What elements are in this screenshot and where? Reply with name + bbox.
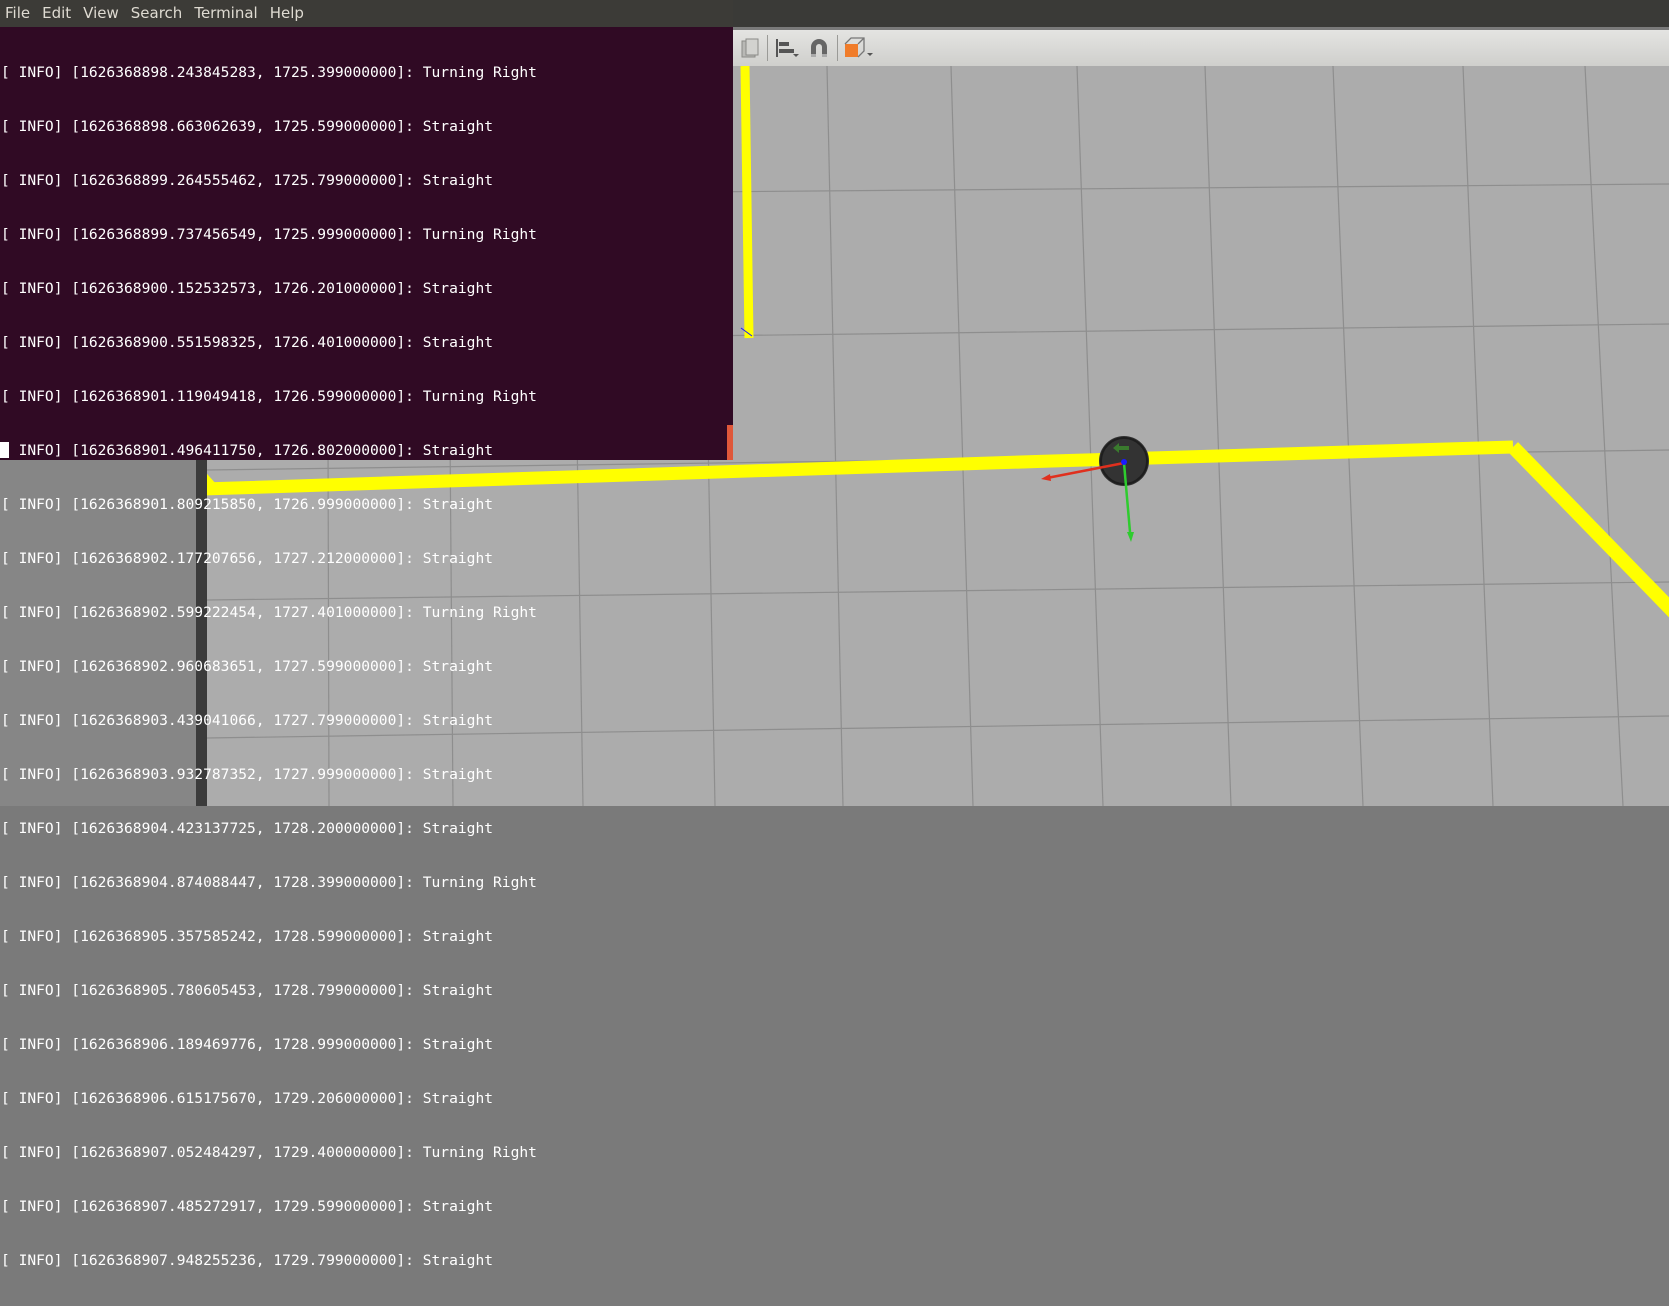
axes-gizmo	[740, 327, 1134, 542]
terminal-line: [ INFO] [1626368907.052484297, 1729.4000…	[1, 1144, 537, 1161]
magnet-snap-icon[interactable]	[805, 36, 833, 60]
terminal-line: [ INFO] [1626368905.357585242, 1728.5990…	[1, 928, 494, 945]
menu-edit[interactable]: Edit	[36, 0, 77, 27]
terminal-line: [ INFO] [1626368903.439041066, 1727.7990…	[1, 712, 494, 729]
terminal-line: [ INFO] [1626368898.663062639, 1725.5990…	[1, 118, 494, 135]
terminal-line: [ INFO] [1626368906.189469776, 1728.9990…	[1, 1036, 494, 1053]
align-icon[interactable]	[773, 36, 801, 60]
terminal-line: [ INFO] [1626368902.177207656, 1727.2120…	[1, 550, 494, 567]
paste-icon[interactable]	[737, 36, 763, 60]
terminal-cursor	[0, 442, 9, 458]
terminal-line: [ INFO] [1626368902.960683651, 1727.5990…	[1, 658, 494, 675]
menu-file[interactable]: File	[0, 0, 36, 27]
terminal-line: [ INFO] [1626368899.737456549, 1725.9990…	[1, 226, 537, 243]
toolbar-separator	[837, 35, 838, 61]
menu-help[interactable]: Help	[264, 0, 310, 27]
terminal-line: [ INFO] [1626368900.551598325, 1726.4010…	[1, 334, 494, 351]
terminal-line: [ INFO] [1626368904.423137725, 1728.2000…	[1, 820, 494, 837]
terminal-line: [ INFO] [1626368906.615175670, 1729.2060…	[1, 1090, 494, 1107]
terminal-line: [ INFO] [1626368901.496411750, 1726.8020…	[1, 442, 494, 459]
gazebo-toolbar	[733, 30, 1669, 67]
menu-view[interactable]: View	[77, 0, 125, 27]
terminal-line: [ INFO] [1626368901.119049418, 1726.5990…	[1, 388, 537, 405]
terminal-line: [ INFO] [1626368907.485272917, 1729.5990…	[1, 1198, 494, 1215]
terminal-line: [ INFO] [1626368900.152532573, 1726.2010…	[1, 280, 494, 297]
terminal-line: [ INFO] [1626368901.809215850, 1726.9990…	[1, 496, 494, 513]
terminal-scrollbar[interactable]	[727, 425, 733, 460]
terminal-window[interactable]: File Edit View Search Terminal Help [ IN…	[0, 0, 733, 1269]
terminal-line: [ INFO] [1626368904.874088447, 1728.3990…	[1, 874, 537, 891]
terminal-line: [ INFO] [1626368905.780605453, 1728.7990…	[1, 982, 494, 999]
menu-search[interactable]: Search	[125, 0, 189, 27]
terminal-output[interactable]: [ INFO] [1626368898.243845283, 1725.3990…	[1, 28, 721, 1269]
terminal-line: [ INFO] [1626368899.264555462, 1725.7990…	[1, 172, 494, 189]
terminal-line: [ INFO] [1626368907.948255236, 1729.7990…	[1, 1252, 494, 1269]
view-angle-cube-icon[interactable]	[841, 36, 877, 60]
terminal-line: [ INFO] [1626368898.243845283, 1725.3990…	[1, 64, 537, 81]
menu-terminal[interactable]: Terminal	[188, 0, 263, 27]
terminal-line: [ INFO] [1626368902.599222454, 1727.4010…	[1, 604, 537, 621]
terminal-menu-bar: File Edit View Search Terminal Help	[0, 0, 733, 27]
terminal-line: [ INFO] [1626368903.932787352, 1727.9990…	[1, 766, 494, 783]
toolbar-separator	[767, 35, 768, 61]
